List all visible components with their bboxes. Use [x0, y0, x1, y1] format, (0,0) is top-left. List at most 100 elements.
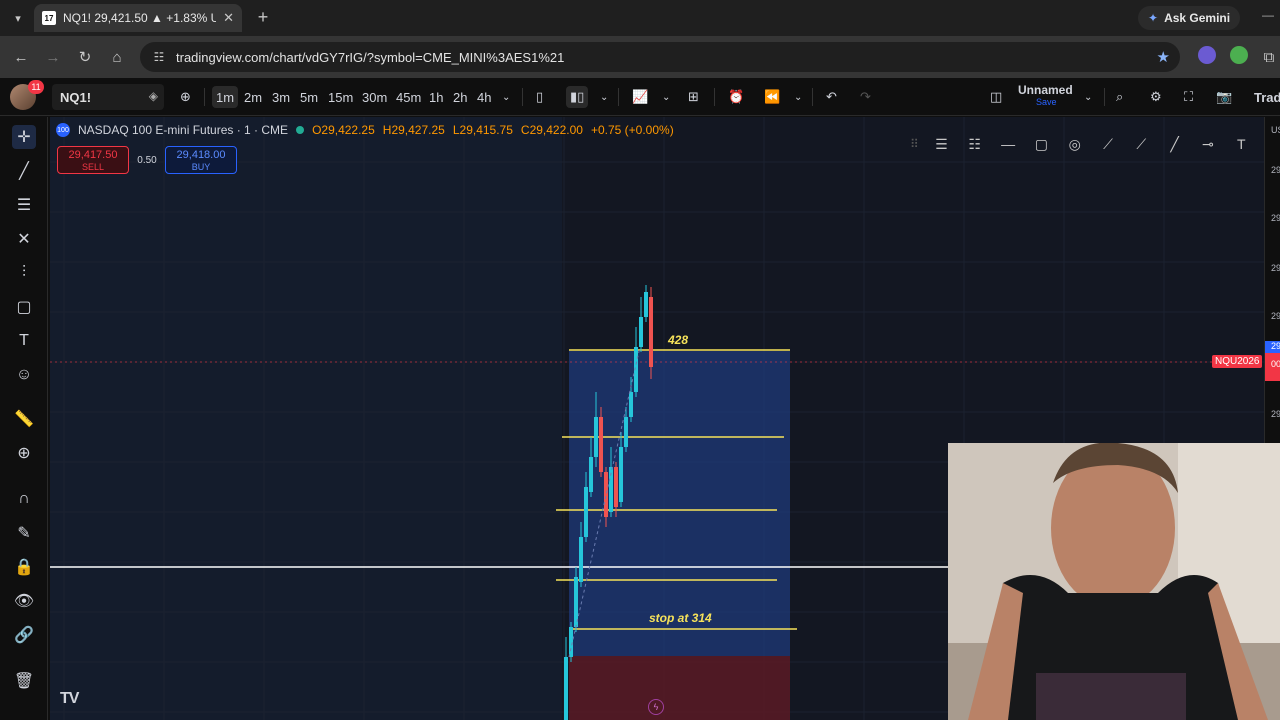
- indicators-icon[interactable]: 📈: [628, 86, 652, 108]
- dollar-lines-icon[interactable]: ☷: [964, 133, 985, 155]
- lock-icon[interactable]: 🔒: [12, 555, 36, 579]
- address-bar[interactable]: ☷ tradingview.com/chart/vdGY7rIG/?symbol…: [140, 42, 1180, 72]
- trendline-icon[interactable]: ╱: [12, 159, 36, 183]
- ask-gemini-button[interactable]: ✦ Ask Gemini: [1138, 6, 1241, 30]
- browser-toolbar: ← → ↻ ⌂ ☷ tradingview.com/chart/vdGY7rIG…: [0, 36, 1280, 78]
- candle-body: [599, 417, 603, 472]
- snapshot-camera-icon[interactable]: 📷: [1212, 86, 1236, 108]
- patterns-icon[interactable]: ✕: [12, 227, 36, 251]
- timeframe-45m[interactable]: 45m: [392, 86, 425, 108]
- buy-price: 29,418.00: [176, 149, 226, 161]
- magnet-icon[interactable]: ∩: [12, 487, 36, 511]
- target-label[interactable]: 428: [668, 333, 688, 347]
- horizontal-line-icon[interactable]: —: [997, 133, 1018, 155]
- fullscreen-icon[interactable]: ⛶: [1180, 86, 1197, 108]
- rectangle-icon[interactable]: ▢: [1031, 133, 1052, 155]
- sell-button[interactable]: 29,417.50 SELL: [57, 146, 129, 174]
- circle-target-icon[interactable]: ◎: [1064, 133, 1085, 155]
- timeframe-3m[interactable]: 3m: [268, 86, 294, 108]
- price-tick: 29: [1271, 311, 1280, 321]
- undo-icon[interactable]: ↶: [822, 86, 841, 108]
- horizontal-lines-icon[interactable]: ☰: [931, 133, 952, 155]
- gemini-sparkle-icon: ✦: [1148, 11, 1159, 25]
- layout-dropdown-icon[interactable]: ⌄: [1080, 86, 1096, 108]
- horizontal-ray-icon[interactable]: ⊸: [1197, 133, 1218, 155]
- path-icon[interactable]: ⟋: [1131, 133, 1152, 155]
- price-tick: 29: [1271, 409, 1280, 419]
- browser-tab-strip: ▾ 17 NQ1! 29,421.50 ▲ +1.83% Unn ✕ + ✦ A…: [0, 0, 1280, 36]
- window-minimize-icon[interactable]: —: [1262, 8, 1274, 22]
- alert-clock-icon[interactable]: ⏰: [724, 86, 748, 108]
- keep-drawing-icon[interactable]: ✎: [12, 521, 36, 545]
- prediction-icon[interactable]: ⫶: [12, 261, 36, 285]
- settings-gear-icon[interactable]: ⚙: [1146, 86, 1166, 108]
- candle-body: [604, 472, 608, 517]
- geometric-shapes-icon[interactable]: ▢: [12, 295, 36, 319]
- back-icon[interactable]: ←: [10, 46, 32, 68]
- extensions-puzzle-icon[interactable]: ⧉: [1258, 46, 1280, 68]
- timeframe-2m[interactable]: 2m: [240, 86, 266, 108]
- stop-label[interactable]: stop at 314: [649, 611, 712, 625]
- buy-label: BUY: [191, 162, 211, 172]
- text-tool-icon[interactable]: T: [12, 329, 36, 353]
- replay-dropdown-icon[interactable]: ⌄: [790, 86, 806, 108]
- timeframe-1m[interactable]: 1m: [212, 86, 239, 108]
- trade-button[interactable]: Trad: [1250, 86, 1280, 108]
- new-tab-icon[interactable]: +: [252, 6, 274, 28]
- text-icon[interactable]: T: [1231, 133, 1252, 155]
- drag-handle-icon[interactable]: ⠿: [910, 137, 919, 151]
- extension-icon[interactable]: [1198, 46, 1216, 64]
- divider: [522, 88, 523, 106]
- browser-tab[interactable]: 17 NQ1! 29,421.50 ▲ +1.83% Unn ✕: [34, 4, 242, 32]
- candle-body: [624, 417, 628, 447]
- ray-icon[interactable]: ⟋: [1097, 133, 1118, 155]
- bar-chart-type-icon[interactable]: ▯: [532, 86, 547, 108]
- replay-icon[interactable]: ⏪: [760, 86, 784, 108]
- alert-lightning-icon[interactable]: ϟ: [648, 699, 664, 715]
- indicators-dropdown-icon[interactable]: ⌄: [658, 86, 674, 108]
- layouts-grid-icon[interactable]: ⊞: [684, 86, 703, 108]
- home-icon[interactable]: ⌂: [106, 46, 128, 68]
- candle-body: [564, 657, 568, 720]
- timeframe-15m[interactable]: 15m: [324, 86, 357, 108]
- timeframe-1h[interactable]: 1h: [425, 86, 447, 108]
- link-icon[interactable]: 🔗: [12, 623, 36, 647]
- divider: [714, 88, 715, 106]
- reload-icon[interactable]: ↻: [74, 46, 96, 68]
- zoom-in-icon[interactable]: ⊕: [12, 441, 36, 465]
- extension-icon[interactable]: [1230, 46, 1248, 64]
- timeframe-2h[interactable]: 2h: [449, 86, 471, 108]
- compare-symbol-icon[interactable]: ⊕: [176, 86, 195, 108]
- fib-retracement-icon[interactable]: ☰: [12, 193, 36, 217]
- timeframe-30m[interactable]: 30m: [358, 86, 391, 108]
- quick-trade-panel: 29,417.50 SELL 0.50 29,418.00 BUY: [57, 146, 237, 174]
- buy-button[interactable]: 29,418.00 BUY: [165, 146, 237, 174]
- quick-search-icon[interactable]: ⌕: [1112, 86, 1127, 108]
- close-tab-icon[interactable]: ✕: [223, 10, 234, 26]
- trash-icon[interactable]: 🗑: [12, 669, 36, 693]
- tradingview-logo-icon[interactable]: TV: [60, 690, 79, 708]
- divider: [204, 88, 205, 106]
- chart-legend: 100 NASDAQ 100 E-mini Futures · 1 · CME …: [56, 123, 674, 137]
- webcam-overlay: [948, 443, 1280, 720]
- timeframe-4h[interactable]: 4h: [473, 86, 495, 108]
- timeframe-5m[interactable]: 5m: [296, 86, 322, 108]
- visibility-eye-icon[interactable]: 👁: [12, 589, 36, 613]
- crosshair-icon[interactable]: ✛: [12, 125, 36, 149]
- layout-split-icon[interactable]: ◫: [986, 86, 1006, 108]
- ruler-icon[interactable]: 📏: [12, 407, 36, 431]
- bookmark-star-icon[interactable]: ★: [1157, 48, 1170, 66]
- chart-type-dropdown-icon[interactable]: ⌄: [596, 86, 612, 108]
- candlestick-type-icon[interactable]: ▮▯: [566, 86, 589, 108]
- line-icon[interactable]: ╱: [1164, 133, 1185, 155]
- emoji-icon[interactable]: ☺: [12, 363, 36, 387]
- forward-icon[interactable]: →: [42, 46, 64, 68]
- timeframe-dropdown-icon[interactable]: ⌄: [498, 86, 514, 108]
- site-info-icon[interactable]: ☷: [152, 50, 166, 64]
- symbol-settings-icon[interactable]: ◈: [149, 89, 158, 103]
- symbol-search-input[interactable]: NQ1! ◈: [52, 84, 164, 110]
- layout-name[interactable]: Unnamed: [1018, 83, 1073, 97]
- tab-search-icon[interactable]: ▾: [8, 8, 28, 28]
- instrument-name[interactable]: NASDAQ 100 E-mini Futures · 1 · CME: [78, 123, 288, 137]
- redo-icon[interactable]: ↷: [856, 86, 875, 108]
